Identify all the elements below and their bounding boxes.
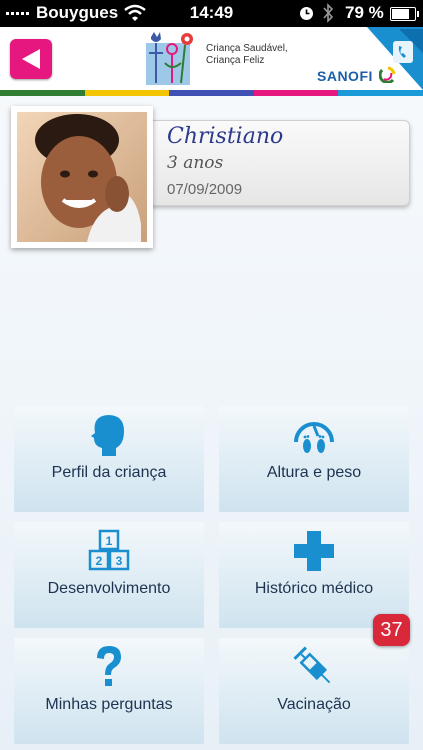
bluetooth-icon xyxy=(323,3,334,23)
alarm-clock-icon xyxy=(300,7,313,20)
menu-tile-child-profile[interactable]: Perfil da criança xyxy=(14,406,204,512)
logo-text: Criança Saudável, Criança Feliz xyxy=(206,43,288,67)
medical-cross-icon xyxy=(294,531,334,571)
menu-label: Perfil da criança xyxy=(51,464,167,481)
child-name: Christiano xyxy=(167,124,284,149)
profile-card[interactable]: Christiano 3 anos 07/09/2009 xyxy=(146,120,410,206)
menu-label: Vacinação xyxy=(277,696,351,713)
menu-tile-height-weight[interactable]: Altura e peso xyxy=(219,406,409,512)
menu-tile-development[interactable]: 1 2 3 Desenvolvimento xyxy=(14,522,204,628)
blocks-icon: 1 2 3 xyxy=(88,529,130,571)
battery-percent: 79 % xyxy=(345,3,384,22)
logo-line-2: Criança Feliz xyxy=(206,55,265,66)
child-photo-frame[interactable] xyxy=(11,106,153,248)
question-mark-icon xyxy=(97,646,121,686)
vaccination-badge: 37 xyxy=(373,614,410,646)
svg-text:2: 2 xyxy=(96,554,103,568)
menu-label: Desenvolvimento xyxy=(47,580,171,597)
syringe-icon xyxy=(293,646,331,684)
child-head-icon xyxy=(91,415,124,456)
menu-tile-medical-history[interactable]: Histórico médico xyxy=(219,522,409,628)
child-birth-date: 07/09/2009 xyxy=(167,181,243,198)
app-header: Criança Saudável, Criança Feliz SANOFI xyxy=(0,27,423,90)
logo-line-1: Criança Saudável, xyxy=(206,43,288,54)
phone-contact-button[interactable] xyxy=(359,27,423,90)
app-logo xyxy=(146,32,193,85)
menu-tile-vaccination[interactable]: Vacinação xyxy=(219,638,409,744)
menu-label: Minhas perguntas xyxy=(45,696,173,713)
back-button[interactable] xyxy=(10,39,52,79)
menu-tile-my-questions[interactable]: Minhas perguntas xyxy=(14,638,204,744)
child-photo xyxy=(17,112,147,242)
main-content: Christiano 3 anos 07/09/2009 Perfil da c… xyxy=(0,96,423,750)
status-bar: Bouygues 14:49 79 % xyxy=(0,0,423,27)
child-age: 3 anos xyxy=(167,153,224,173)
svg-text:1: 1 xyxy=(106,534,113,548)
menu-label: Altura e peso xyxy=(266,464,362,481)
menu-label: Histórico médico xyxy=(254,580,374,597)
battery-icon xyxy=(390,7,419,21)
svg-text:3: 3 xyxy=(116,554,123,568)
scale-feet-icon xyxy=(294,422,334,453)
